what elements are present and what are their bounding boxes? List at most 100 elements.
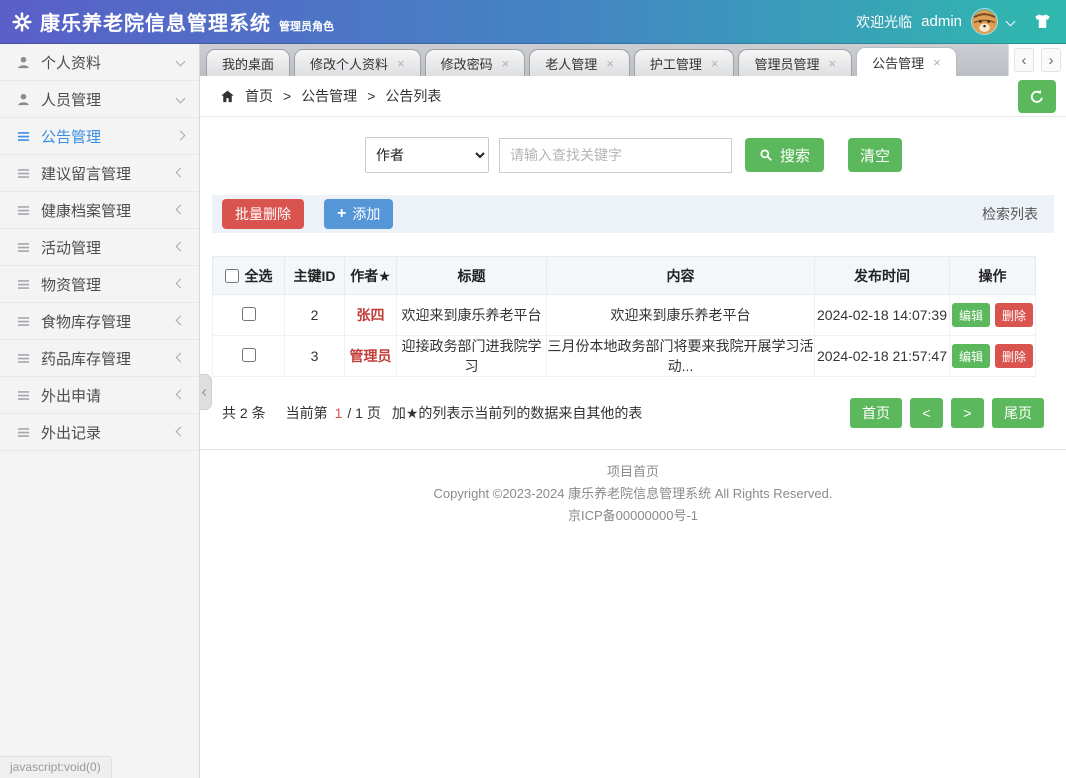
close-icon[interactable]: × (933, 56, 941, 69)
search-button-label: 搜索 (780, 145, 810, 166)
table-row: 3 管理员 迎接政务部门进我院学习 三月份本地政务部门将要来我院开展学习活动..… (213, 336, 1036, 377)
sidebar-item-label: 健康档案管理 (41, 200, 131, 221)
next-page-button[interactable]: > (951, 398, 984, 428)
chevron-left-icon (202, 388, 209, 395)
delete-button[interactable]: 删除 (995, 303, 1033, 327)
sidebar-item-personnel[interactable]: 人员管理 (0, 81, 199, 118)
tab-my-desktop[interactable]: 我的桌面 (206, 49, 290, 76)
refresh-button[interactable] (1018, 80, 1056, 113)
sidebar-item-label: 外出申请 (41, 385, 101, 406)
cell-author: 张四 (345, 295, 397, 336)
row-checkbox[interactable] (242, 348, 256, 362)
add-button[interactable]: + 添加 (324, 199, 393, 229)
sidebar-item-announcement[interactable]: 公告管理 (0, 118, 199, 155)
avatar[interactable] (971, 8, 998, 35)
cell-actions: 编辑删除 (950, 336, 1036, 377)
sidebar-item-label: 人员管理 (41, 89, 101, 110)
pagination-buttons: 首页 < > 尾页 (842, 398, 1044, 428)
search-field-select[interactable]: 作者 (365, 137, 489, 173)
project-home-link[interactable]: 项目首页 (607, 464, 659, 479)
sidebar-item-profile[interactable]: 个人资料 (0, 44, 199, 81)
current-page-number: 1 (335, 405, 343, 421)
cell-content: 欢迎来到康乐养老平台 (547, 295, 815, 336)
header-publish-time: 发布时间 (815, 257, 950, 295)
header-actions: 操作 (950, 257, 1036, 295)
list-icon (16, 166, 31, 181)
sidebar-item-health-records[interactable]: 健康档案管理 (0, 192, 199, 229)
sidebar-item-label: 建议留言管理 (41, 163, 131, 184)
cell-publish-time: 2024-02-18 14:07:39 (815, 295, 950, 336)
sidebar-collapse-handle[interactable] (200, 374, 212, 410)
content-area: 我的桌面 修改个人资料 × 修改密码 × 老人管理 × 护工管理 × 管理员管理… (200, 44, 1066, 778)
plus-icon: + (337, 205, 346, 223)
list-icon (16, 240, 31, 255)
total-count: 共 2 条 (222, 403, 266, 423)
welcome-text: 欢迎光临 (856, 12, 912, 32)
tab-scroll-right-button[interactable]: › (1041, 48, 1061, 72)
prev-page-button[interactable]: < (910, 398, 943, 428)
cell-title: 欢迎来到康乐养老平台 (397, 295, 547, 336)
clear-button[interactable]: 清空 (848, 138, 902, 172)
sidebar-item-outing-records[interactable]: 外出记录 (0, 414, 199, 451)
cell-title: 迎接政务部门进我院学习 (397, 336, 547, 377)
role-label: 管理员角色 (279, 18, 334, 34)
search-input[interactable] (499, 138, 732, 173)
tab-announcement-management[interactable]: 公告管理 × (856, 47, 957, 76)
batch-delete-button[interactable]: 批量删除 (222, 199, 304, 229)
close-icon[interactable]: × (502, 57, 510, 70)
edit-button[interactable]: 编辑 (952, 303, 990, 327)
chevron-left-icon (176, 427, 186, 437)
sidebar-item-supplies[interactable]: 物资管理 (0, 266, 199, 303)
tab-admin-management[interactable]: 管理员管理 × (738, 49, 852, 76)
chevron-left-icon (176, 205, 186, 215)
tab-change-password[interactable]: 修改密码 × (425, 49, 526, 76)
sidebar-item-outing-application[interactable]: 外出申请 (0, 377, 199, 414)
sidebar: 个人资料 人员管理 公告管理 建议留言管理 健康档案管理 活动管理 (0, 44, 200, 778)
cell-actions: 编辑删除 (950, 295, 1036, 336)
user-icon (16, 92, 31, 107)
table-header-row: 全选 主键ID 作者★ 标题 内容 发布时间 操作 (213, 257, 1036, 295)
chevron-left-icon (176, 168, 186, 178)
tab-label: 老人管理 (545, 54, 597, 73)
close-icon[interactable]: × (828, 57, 836, 70)
sidebar-item-food-inventory[interactable]: 食物库存管理 (0, 303, 199, 340)
user-icon (16, 55, 31, 70)
sidebar-item-medicine-inventory[interactable]: 药品库存管理 (0, 340, 199, 377)
home-icon (220, 89, 235, 104)
list-icon (16, 129, 31, 144)
page-count-suffix: / 1 页 (347, 403, 380, 423)
last-page-button[interactable]: 尾页 (992, 398, 1044, 428)
close-icon[interactable]: × (606, 57, 614, 70)
sidebar-item-label: 药品库存管理 (41, 348, 131, 369)
edit-button[interactable]: 编辑 (952, 344, 990, 368)
breadcrumb-level1[interactable]: 公告管理 (301, 86, 357, 106)
sidebar-item-activities[interactable]: 活动管理 (0, 229, 199, 266)
list-icon (16, 425, 31, 440)
row-checkbox[interactable] (242, 307, 256, 321)
breadcrumb-level2: 公告列表 (385, 86, 441, 106)
top-header: 康乐养老院信息管理系统 管理员角色 欢迎光临 admin (0, 0, 1066, 44)
tshirt-icon[interactable] (1033, 12, 1052, 31)
breadcrumb-separator: > (367, 88, 375, 104)
chevron-down-icon[interactable] (1006, 17, 1016, 27)
close-icon[interactable]: × (397, 57, 405, 70)
header-select-all: 全选 (213, 257, 285, 295)
search-button[interactable]: 搜索 (745, 138, 824, 172)
gear-icon (12, 12, 32, 32)
tab-elder-management[interactable]: 老人管理 × (529, 49, 630, 76)
breadcrumb: 首页 > 公告管理 > 公告列表 (200, 76, 1066, 117)
sidebar-item-suggestions[interactable]: 建议留言管理 (0, 155, 199, 192)
delete-button[interactable]: 删除 (995, 344, 1033, 368)
username: admin (921, 13, 962, 30)
breadcrumb-home[interactable]: 首页 (245, 86, 273, 106)
select-all-checkbox[interactable] (225, 269, 239, 283)
close-icon[interactable]: × (711, 57, 719, 70)
tab-scroll-left-button[interactable]: ‹ (1014, 48, 1034, 72)
cell-author: 管理员 (345, 336, 397, 377)
first-page-button[interactable]: 首页 (850, 398, 902, 428)
chevron-left-icon (176, 279, 186, 289)
tab-caregiver-management[interactable]: 护工管理 × (634, 49, 735, 76)
cell-id: 3 (285, 336, 345, 377)
sidebar-item-label: 食物库存管理 (41, 311, 131, 332)
tab-edit-profile[interactable]: 修改个人资料 × (294, 49, 421, 76)
